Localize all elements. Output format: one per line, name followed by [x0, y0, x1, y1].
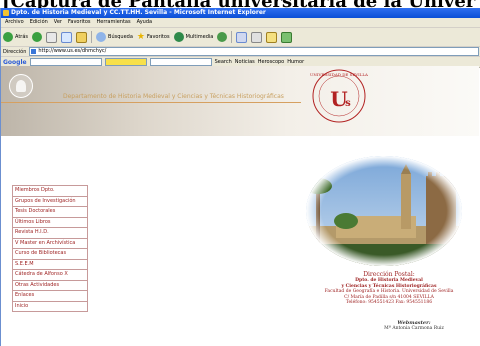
window-title: Dpto. de Historia Medieval y CC.TT.HH. S…: [11, 9, 266, 16]
nav-item-libros[interactable]: Últimos Libros: [13, 218, 87, 228]
back-arrow-icon: [3, 32, 13, 42]
back-label: Atrás: [15, 34, 29, 40]
menu-ver[interactable]: Ver: [54, 18, 62, 27]
sidebar-menu: Miembros Dpto. Grupos de Investigación T…: [12, 185, 88, 312]
toolbar-separator: [231, 31, 233, 43]
nav-item-miembros[interactable]: Miembros Dpto.: [13, 186, 87, 197]
google-highlight-field[interactable]: [104, 58, 147, 66]
svg-text:UNIVERSIDAD DE SEVILLA: UNIVERSIDAD DE SEVILLA: [310, 72, 368, 77]
search-label: Búsqueda: [108, 34, 133, 40]
address-label: Dirección: [3, 48, 27, 55]
forward-arrow-icon: [32, 32, 43, 42]
google-search-input[interactable]: [29, 58, 102, 66]
menu-edicion[interactable]: Edición: [30, 18, 48, 27]
address-line: Facultad de Geografía e Historia. Univer…: [324, 289, 454, 294]
menu-bar: Archivo Edición Ver Favoritos Herramient…: [1, 18, 480, 28]
home-icon[interactable]: [76, 31, 88, 43]
page-caption: [Captura de Pantalla universitaria de la…: [0, 0, 480, 8]
menu-favoritos[interactable]: Favoritos: [68, 18, 91, 27]
address-line: Teléfono: 954551423 Fax: 954551186: [345, 300, 433, 305]
history-icon[interactable]: [217, 32, 228, 42]
star-icon: ★: [136, 32, 145, 42]
google-dropdown[interactable]: [149, 58, 212, 66]
webmaster-name[interactable]: Mª Antonia Carmona Ruiz: [301, 326, 477, 331]
browser-window: Dpto. de Historia Medieval y CC.TT.HH. S…: [0, 8, 480, 346]
stop-icon[interactable]: [46, 31, 58, 43]
department-title: Departamento de Historia Medieval y Cien…: [63, 93, 284, 100]
address-bar: Dirección http://www.us.es/dhmchyc/: [1, 47, 480, 57]
university-seal-icon: U s UNIVERSIDAD DE SEVILLA: [310, 69, 368, 123]
nav-item-inicio[interactable]: Inicio: [13, 302, 87, 312]
page-icon: [31, 49, 37, 54]
google-logo: Google: [3, 58, 27, 66]
google-horoscope-button[interactable]: Heroscopo: [258, 59, 285, 65]
refresh-icon[interactable]: [61, 31, 73, 43]
menu-archivo[interactable]: Archivo: [5, 18, 24, 27]
title-bar: Dpto. de Historia Medieval y CC.TT.HH. S…: [1, 8, 480, 18]
multimedia-label: Multimedia: [185, 34, 214, 40]
search-button[interactable]: Búsqueda: [96, 32, 133, 42]
nav-item-enlaces[interactable]: Enlaces: [13, 291, 87, 302]
svg-text:s: s: [345, 98, 351, 109]
caption-text: [Captura de Pantalla universitaria de la…: [2, 0, 475, 8]
multimedia-button[interactable]: Multimedia: [173, 32, 214, 42]
multimedia-icon: [173, 32, 184, 42]
forward-button[interactable]: [32, 32, 43, 42]
nav-item-actividades[interactable]: Otras Actividades: [13, 281, 87, 291]
toolbar-separator: [91, 31, 93, 43]
url-text: http://www.us.es/dhmchyc/: [38, 48, 107, 54]
page-content: Departamento de Historia Medieval y Cien…: [1, 66, 479, 346]
menu-ayuda[interactable]: Ayuda: [137, 18, 152, 27]
url-input[interactable]: http://www.us.es/dhmchyc/: [29, 47, 480, 56]
header-banner: Departamento de Historia Medieval y Cien…: [1, 66, 479, 136]
google-humor-button[interactable]: Humor: [287, 59, 304, 65]
department-emblem-icon: [9, 74, 33, 98]
favorites-label: Favoritos: [146, 34, 170, 40]
postal-address: Dirección Postal: Dpto. de Historia Medi…: [301, 271, 477, 331]
google-news-button[interactable]: Noticias: [235, 59, 255, 65]
toolbar: Atrás Búsqueda ★ Favoritos Multimedia: [1, 28, 480, 47]
nav-item-tesis[interactable]: Tesis Doctorales: [13, 207, 87, 218]
nav-item-grupos[interactable]: Grupos de Investigación: [13, 197, 87, 207]
back-button[interactable]: Atrás: [3, 32, 28, 42]
menu-herramientas[interactable]: Herramientas: [97, 18, 131, 27]
nav-item-bibliotecas[interactable]: Curso de Bibliotecas: [13, 249, 87, 260]
nav-item-catedra[interactable]: Cátedra de Alfonso X: [13, 270, 87, 281]
nav-item-seem[interactable]: S.E.E.M: [13, 260, 87, 270]
seville-cathedral-photo: [306, 156, 462, 266]
print-icon[interactable]: [251, 31, 263, 43]
ie-icon: [3, 10, 9, 16]
search-icon: [96, 32, 107, 42]
google-search-button[interactable]: Search: [215, 59, 232, 65]
nav-item-revista[interactable]: Revista H.I.D.: [13, 228, 87, 239]
messenger-icon[interactable]: [281, 31, 293, 43]
favorites-button[interactable]: ★ Favoritos: [137, 32, 170, 42]
mail-icon[interactable]: [236, 31, 248, 43]
address-heading: Dirección Postal:: [363, 271, 415, 278]
nav-item-master[interactable]: V Master en Archivística: [13, 239, 87, 249]
folder-icon[interactable]: [266, 31, 278, 43]
banner-divider: [1, 102, 301, 103]
